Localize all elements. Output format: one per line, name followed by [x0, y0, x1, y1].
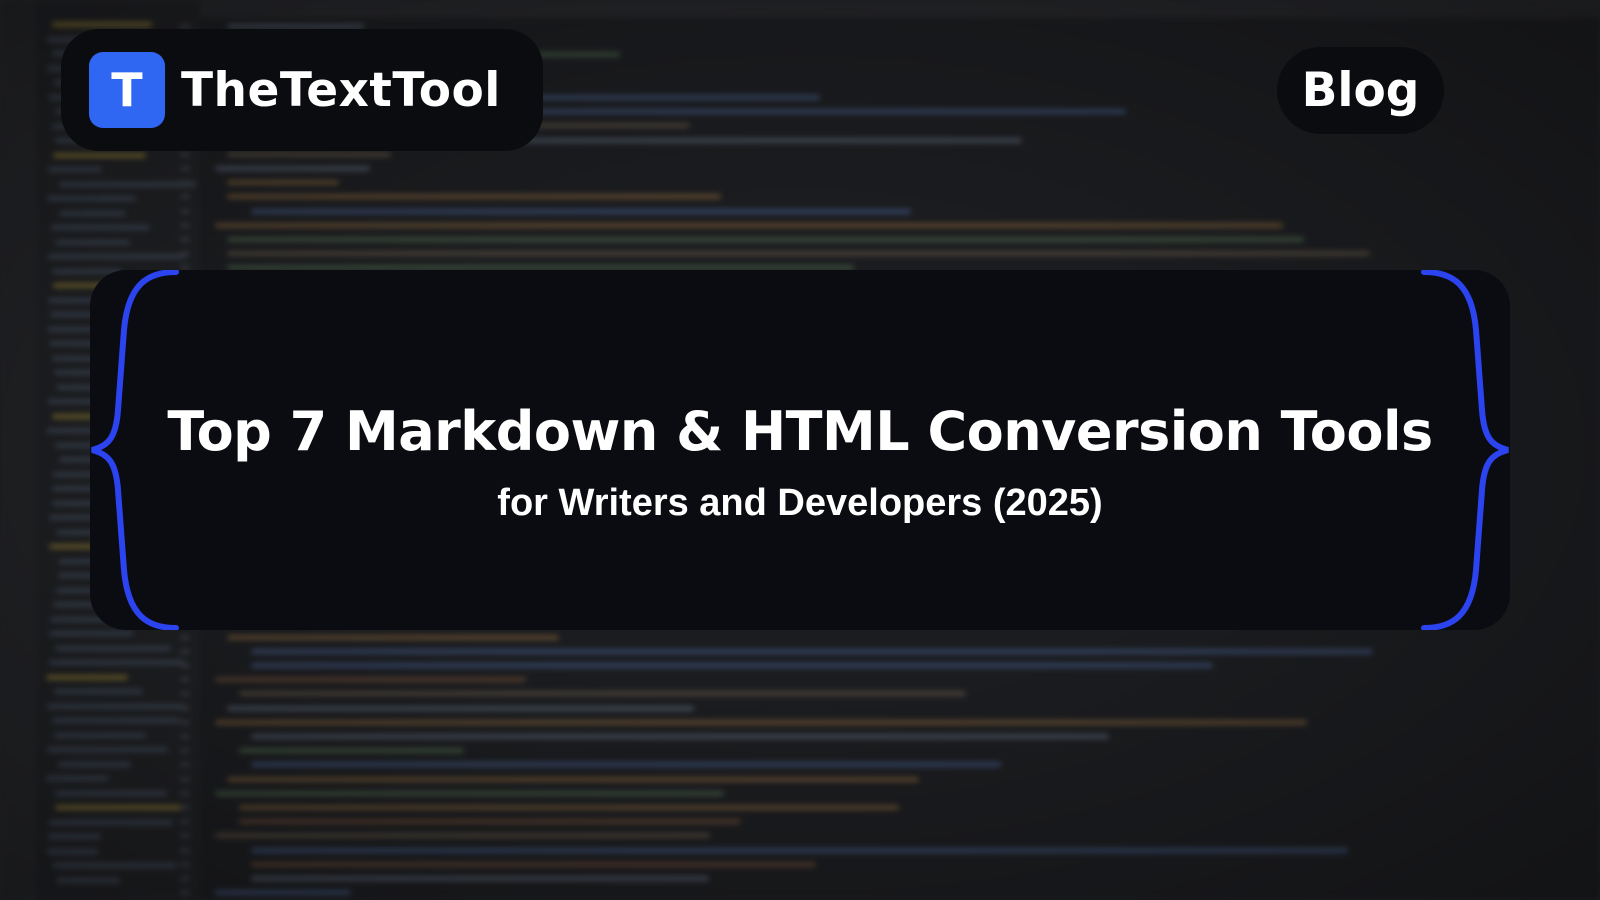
page-subtitle: for Writers and Developers (2025): [497, 482, 1103, 524]
brand-logo[interactable]: T TheTextTool: [61, 29, 543, 151]
blog-link[interactable]: Blog: [1277, 47, 1444, 134]
page-title: Top 7 Markdown & HTML Conversion Tools: [167, 400, 1433, 463]
brand-name: TheTextTool: [181, 62, 501, 118]
thumbnail-canvas: T TheTextTool Blog Top 7 Markdown & HTML…: [0, 0, 1600, 900]
brand-mark-icon: T: [89, 52, 165, 128]
